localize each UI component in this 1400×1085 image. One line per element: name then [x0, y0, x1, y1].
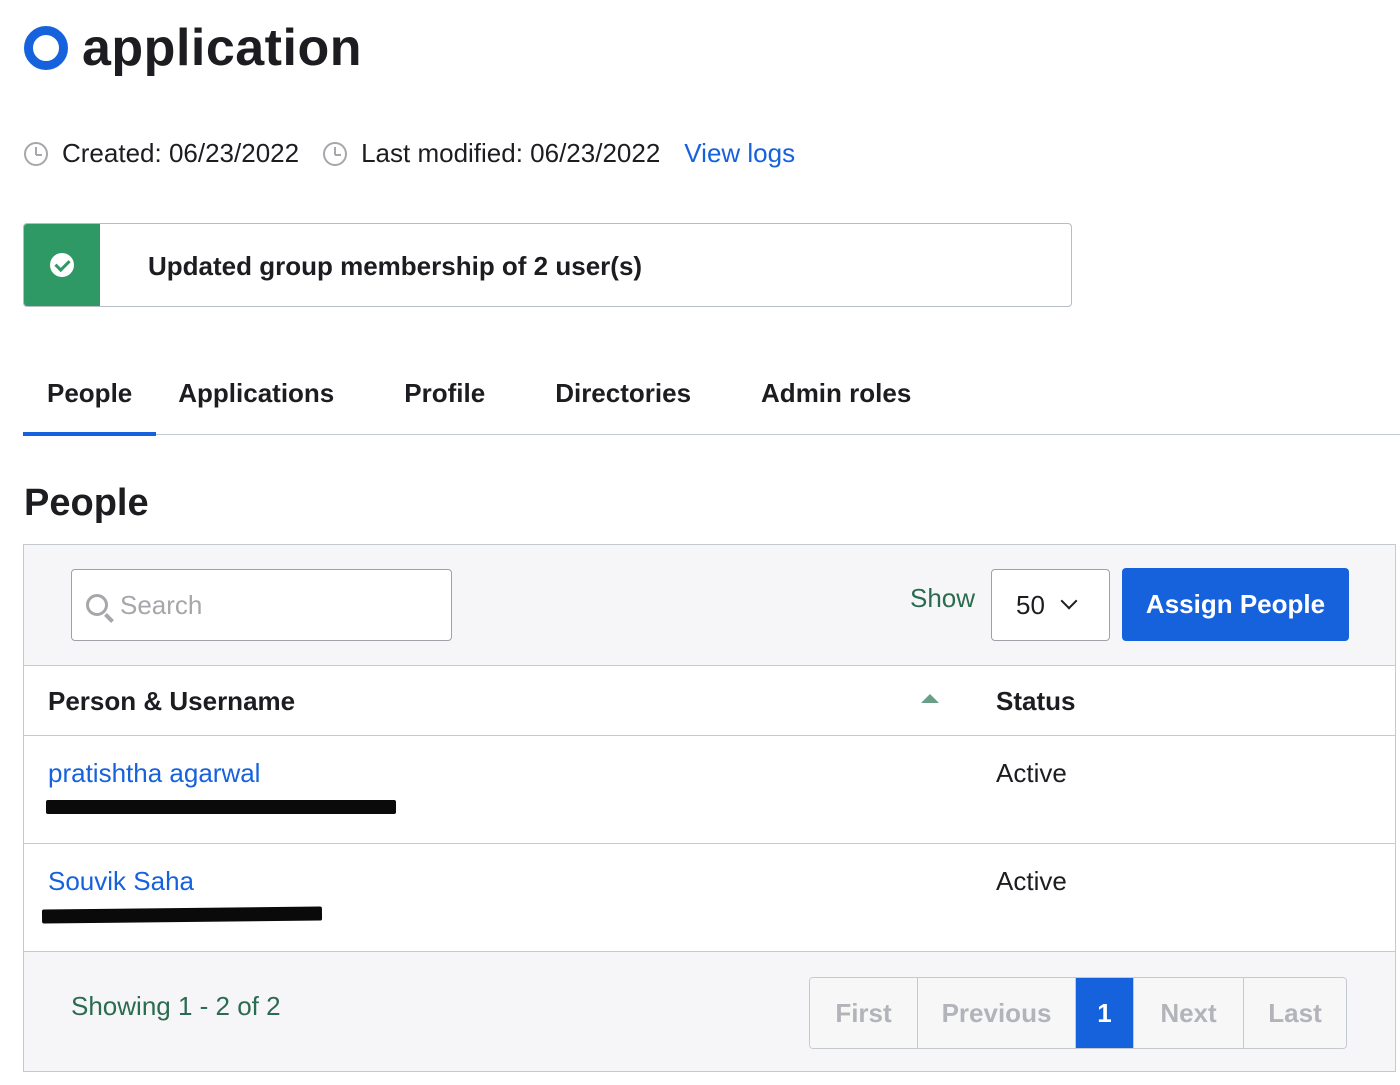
- status-value: Active: [996, 866, 1067, 896]
- page-header: application: [24, 18, 362, 78]
- redacted-username: [41, 906, 323, 924]
- banner-icon-area: [24, 224, 100, 306]
- sort-ascending-icon[interactable]: [921, 694, 939, 703]
- showing-count: Showing 1 - 2 of 2: [71, 991, 281, 1021]
- search-box[interactable]: [71, 569, 452, 641]
- tab-admin-roles[interactable]: Admin roles: [761, 360, 911, 435]
- success-banner: Updated group membership of 2 user(s): [23, 223, 1072, 307]
- next-page-button[interactable]: Next: [1134, 978, 1244, 1048]
- table-footer: Showing 1 - 2 of 2 First Previous 1 Next…: [24, 953, 1395, 1073]
- status-value: Active: [996, 758, 1067, 788]
- table-toolbar: Show 50 Assign People: [24, 545, 1395, 665]
- section-title: People: [24, 482, 149, 524]
- table-row: Souvik Saha Active: [24, 844, 1395, 952]
- tab-applications[interactable]: Applications: [178, 360, 334, 435]
- tab-people[interactable]: People: [23, 360, 157, 436]
- tab-bar: People Applications Profile Directories …: [23, 360, 1400, 436]
- table-row: pratishtha agarwal Active: [24, 736, 1395, 844]
- table-header: Person & Username Status: [24, 665, 1395, 736]
- search-input[interactable]: [120, 589, 420, 621]
- page-size-select[interactable]: 50: [991, 569, 1110, 641]
- clock-icon: [323, 141, 348, 166]
- person-name-link[interactable]: Souvik Saha: [48, 866, 194, 897]
- people-table: Person & Username Status pratishtha agar…: [24, 665, 1395, 952]
- assign-people-button[interactable]: Assign People: [1122, 568, 1349, 641]
- created-date: Created: 06/23/2022: [62, 138, 300, 168]
- page-size-value: 50: [1016, 589, 1045, 620]
- tab-profile[interactable]: Profile: [404, 360, 485, 435]
- chevron-down-icon: [1060, 592, 1078, 610]
- tab-directories[interactable]: Directories: [555, 360, 691, 435]
- pagination: First Previous 1 Next Last: [809, 977, 1347, 1049]
- column-header-status[interactable]: Status: [996, 686, 1075, 717]
- people-panel: Show 50 Assign People Person & Username …: [23, 544, 1396, 1072]
- app-logo-icon: [24, 26, 68, 70]
- clock-icon: [24, 141, 48, 166]
- view-logs-link[interactable]: View logs: [684, 138, 795, 169]
- column-header-person[interactable]: Person & Username: [48, 686, 295, 717]
- check-circle-icon: [50, 253, 74, 277]
- last-page-button[interactable]: Last: [1244, 978, 1346, 1048]
- banner-message: Updated group membership of 2 user(s): [148, 251, 643, 281]
- first-page-button[interactable]: First: [810, 978, 918, 1048]
- page-title: application: [82, 19, 362, 77]
- previous-page-button[interactable]: Previous: [918, 978, 1076, 1048]
- current-page-button[interactable]: 1: [1076, 978, 1134, 1048]
- search-icon: [86, 594, 108, 616]
- show-label: Show: [910, 583, 976, 613]
- modified-date: Last modified: 06/23/2022: [361, 138, 661, 168]
- meta-info: Created: 06/23/2022 Last modified: 06/23…: [24, 138, 795, 169]
- redacted-username: [46, 800, 396, 814]
- person-name-link[interactable]: pratishtha agarwal: [48, 758, 260, 789]
